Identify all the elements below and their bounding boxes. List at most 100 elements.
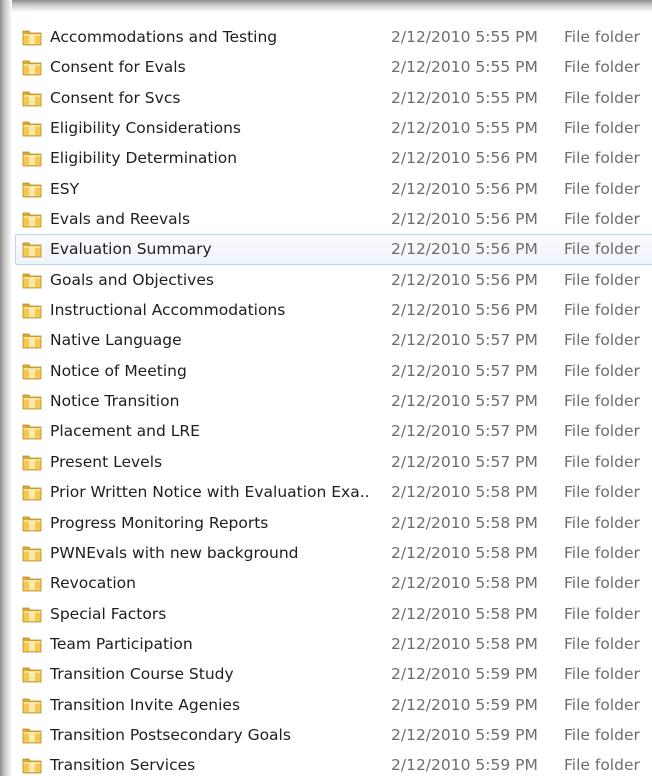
file-row[interactable]: Accommodations and Testing 2/12/2010 5:5… bbox=[15, 22, 652, 52]
file-row[interactable]: Transition Invite Agenies 2/12/2010 5:59… bbox=[15, 690, 652, 720]
file-date-modified: 2/12/2010 5:58 PM bbox=[391, 604, 538, 623]
file-row[interactable]: Eligibility Determination 2/12/2010 5:56… bbox=[15, 143, 652, 173]
file-date-modified: 2/12/2010 5:59 PM bbox=[391, 665, 538, 684]
file-row[interactable]: Evaluation Summary 2/12/2010 5:56 PM Fil… bbox=[15, 234, 652, 265]
file-type: File folder bbox=[564, 756, 640, 775]
file-name: Transition Postsecondary Goals bbox=[50, 725, 291, 744]
file-row[interactable]: Transition Postsecondary Goals 2/12/2010… bbox=[15, 720, 652, 750]
file-date-modified: 2/12/2010 5:56 PM bbox=[391, 179, 538, 198]
file-row[interactable]: Native Language 2/12/2010 5:57 PM File f… bbox=[15, 325, 652, 355]
file-type: File folder bbox=[564, 725, 640, 744]
file-name: Placement and LRE bbox=[50, 422, 200, 441]
window-frame-left bbox=[0, 0, 12, 776]
file-date-modified: 2/12/2010 5:55 PM bbox=[391, 88, 538, 107]
file-name: Evals and Reevals bbox=[50, 210, 191, 229]
file-type: File folder bbox=[564, 270, 640, 289]
file-row[interactable]: Revocation 2/12/2010 5:58 PM File folder bbox=[15, 568, 652, 598]
file-date-modified: 2/12/2010 5:57 PM bbox=[391, 392, 538, 411]
file-date-modified: 2/12/2010 5:56 PM bbox=[391, 301, 538, 320]
file-row[interactable]: Prior Written Notice with Evaluation Exa… bbox=[15, 477, 652, 507]
file-name: Consent for Svcs bbox=[50, 88, 181, 107]
file-date-modified: 2/12/2010 5:55 PM bbox=[391, 28, 538, 46]
file-name: Special Factors bbox=[50, 604, 167, 623]
file-date-modified: 2/12/2010 5:57 PM bbox=[391, 452, 538, 471]
file-list: Accommodations and Testing 2/12/2010 5:5… bbox=[12, 22, 652, 776]
file-type: File folder bbox=[564, 392, 640, 411]
file-date-modified: 2/12/2010 5:58 PM bbox=[391, 574, 538, 593]
file-date-modified: 2/12/2010 5:58 PM bbox=[391, 543, 538, 562]
file-type: File folder bbox=[564, 634, 640, 653]
file-type: File folder bbox=[564, 543, 640, 562]
file-row[interactable]: Placement and LRE 2/12/2010 5:57 PM File… bbox=[15, 416, 652, 446]
file-row[interactable]: Transition Course Study 2/12/2010 5:59 P… bbox=[15, 659, 652, 689]
file-row[interactable]: Consent for Svcs 2/12/2010 5:55 PM File … bbox=[15, 83, 652, 113]
file-row[interactable]: Consent for Evals 2/12/2010 5:55 PM File… bbox=[15, 52, 652, 82]
file-row[interactable]: Notice Transition 2/12/2010 5:57 PM File… bbox=[15, 386, 652, 416]
file-date-modified: 2/12/2010 5:56 PM bbox=[391, 240, 538, 259]
file-type: File folder bbox=[564, 331, 640, 350]
file-name: Native Language bbox=[50, 331, 182, 350]
window-frame-top bbox=[0, 0, 652, 12]
file-date-modified: 2/12/2010 5:56 PM bbox=[391, 149, 538, 168]
file-row[interactable]: Goals and Objectives 2/12/2010 5:56 PM F… bbox=[15, 265, 652, 295]
file-date-modified: 2/12/2010 5:59 PM bbox=[391, 695, 538, 714]
file-type: File folder bbox=[564, 58, 640, 77]
file-name: Transition Course Study bbox=[50, 665, 234, 684]
file-name: Revocation bbox=[50, 574, 136, 593]
file-name: Team Participation bbox=[50, 634, 193, 653]
file-date-modified: 2/12/2010 5:57 PM bbox=[391, 361, 538, 380]
file-row[interactable]: Team Participation 2/12/2010 5:58 PM Fil… bbox=[15, 629, 652, 659]
file-name: ESY bbox=[50, 179, 80, 198]
file-type: File folder bbox=[564, 422, 640, 441]
file-date-modified: 2/12/2010 5:59 PM bbox=[391, 756, 538, 775]
file-row[interactable]: Special Factors 2/12/2010 5:58 PM File f… bbox=[15, 599, 652, 629]
file-row[interactable]: ESY 2/12/2010 5:56 PM File folder bbox=[15, 174, 652, 204]
file-row[interactable]: Eligibility Considerations 2/12/2010 5:5… bbox=[15, 113, 652, 143]
file-name: Evaluation Summary bbox=[50, 240, 212, 259]
file-type: File folder bbox=[564, 149, 640, 168]
file-name: Notice of Meeting bbox=[50, 361, 187, 380]
file-date-modified: 2/12/2010 5:57 PM bbox=[391, 331, 538, 350]
file-type: File folder bbox=[564, 452, 640, 471]
file-date-modified: 2/12/2010 5:58 PM bbox=[391, 634, 538, 653]
file-row[interactable]: Instructional Accommodations 2/12/2010 5… bbox=[15, 295, 652, 325]
file-name: Notice Transition bbox=[50, 392, 180, 411]
file-name: Consent for Evals bbox=[50, 58, 186, 77]
file-row[interactable]: Notice of Meeting 2/12/2010 5:57 PM File… bbox=[15, 356, 652, 386]
file-type: File folder bbox=[564, 604, 640, 623]
file-type: File folder bbox=[564, 210, 640, 229]
file-name: Present Levels bbox=[50, 452, 163, 471]
file-type: File folder bbox=[564, 695, 640, 714]
file-type: File folder bbox=[564, 119, 640, 138]
file-date-modified: 2/12/2010 5:55 PM bbox=[391, 58, 538, 77]
file-name: Transition Services bbox=[50, 756, 196, 775]
file-type: File folder bbox=[564, 88, 640, 107]
file-name: Accommodations and Testing bbox=[50, 28, 278, 46]
file-row[interactable]: Progress Monitoring Reports 2/12/2010 5:… bbox=[15, 508, 652, 538]
file-row[interactable]: Transition Services 2/12/2010 5:59 PM Fi… bbox=[15, 750, 652, 776]
file-row[interactable]: PWNEvals with new background 2/12/2010 5… bbox=[15, 538, 652, 568]
file-name: Eligibility Considerations bbox=[50, 119, 242, 138]
file-row[interactable]: Evals and Reevals 2/12/2010 5:56 PM File… bbox=[15, 204, 652, 234]
file-name: Prior Written Notice with Evaluation Exa… bbox=[50, 483, 370, 502]
file-row[interactable]: Present Levels 2/12/2010 5:57 PM File fo… bbox=[15, 447, 652, 477]
file-date-modified: 2/12/2010 5:55 PM bbox=[391, 119, 538, 138]
file-date-modified: 2/12/2010 5:58 PM bbox=[391, 483, 538, 502]
file-type: File folder bbox=[564, 574, 640, 593]
file-date-modified: 2/12/2010 5:56 PM bbox=[391, 210, 538, 229]
file-date-modified: 2/12/2010 5:57 PM bbox=[391, 422, 538, 441]
file-name: Instructional Accommodations bbox=[50, 301, 286, 320]
file-type: File folder bbox=[564, 361, 640, 380]
file-type: File folder bbox=[564, 301, 640, 320]
file-name: Transition Invite Agenies bbox=[50, 695, 241, 714]
file-name: Eligibility Determination bbox=[50, 149, 238, 168]
file-name: Goals and Objectives bbox=[50, 270, 214, 289]
file-type: File folder bbox=[564, 483, 640, 502]
file-type: File folder bbox=[564, 513, 640, 532]
file-date-modified: 2/12/2010 5:56 PM bbox=[391, 270, 538, 289]
file-date-modified: 2/12/2010 5:58 PM bbox=[391, 513, 538, 532]
file-name: PWNEvals with new background bbox=[50, 543, 299, 562]
file-type: File folder bbox=[564, 665, 640, 684]
file-type: File folder bbox=[564, 240, 640, 259]
file-date-modified: 2/12/2010 5:59 PM bbox=[391, 725, 538, 744]
